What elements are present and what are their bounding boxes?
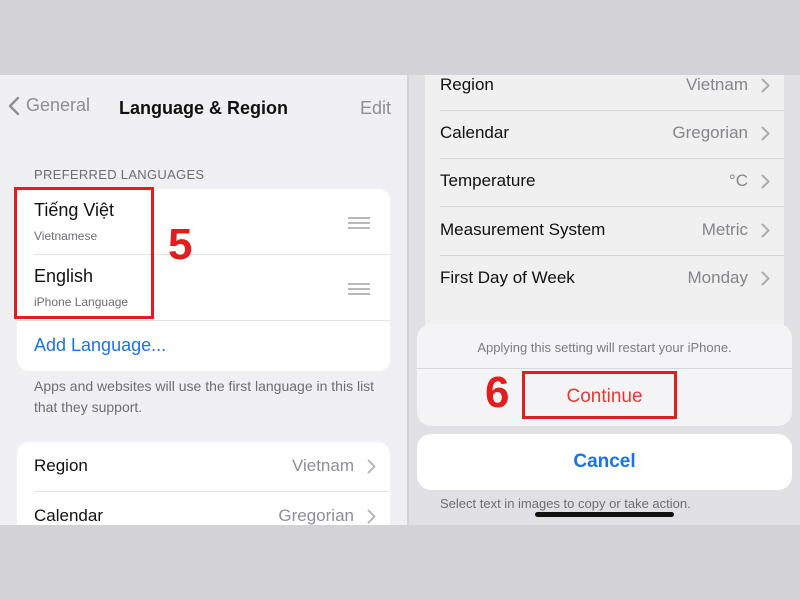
chevron-right-icon	[367, 459, 376, 474]
preferred-languages-header: PREFERRED LANGUAGES	[34, 167, 205, 182]
footer-note: Select text in images to copy or take ac…	[440, 496, 691, 511]
step-number-6: 6	[485, 368, 510, 417]
row-value: Vietnam	[291, 456, 354, 475]
highlight-box-continue	[522, 371, 677, 419]
reorder-handle-icon[interactable]	[348, 217, 370, 232]
region-row[interactable]: Region Vietnam	[17, 442, 390, 491]
row-value: Gregorian	[278, 506, 354, 525]
right-screen: Region Vietnam Calendar Gregorian Temper…	[409, 75, 800, 525]
calendar-row[interactable]: Calendar Gregorian	[17, 492, 390, 525]
left-screen: General Language & Region Edit PREFERRED…	[0, 75, 407, 525]
reorder-handle-icon[interactable]	[348, 283, 370, 298]
add-language-link[interactable]: Add Language...	[34, 335, 166, 356]
chevron-right-icon	[367, 509, 376, 524]
step-number-5: 5	[168, 220, 193, 269]
highlight-box-languages	[14, 187, 154, 319]
navigation-bar: General Language & Region Edit	[0, 75, 407, 141]
action-sheet-message: Applying this setting will restart your …	[477, 340, 732, 355]
row-label: Calendar	[34, 506, 103, 525]
region-settings-list: Region Vietnam Calendar Gregorian	[17, 442, 390, 525]
divider	[17, 320, 390, 321]
edit-button[interactable]: Edit	[360, 98, 391, 119]
row-label: Region	[34, 456, 88, 475]
home-indicator[interactable]	[535, 512, 674, 517]
page-title: Language & Region	[118, 98, 288, 118]
cancel-button[interactable]: Cancel	[417, 434, 792, 490]
language-note: Apps and websites will use the first lan…	[34, 378, 375, 415]
